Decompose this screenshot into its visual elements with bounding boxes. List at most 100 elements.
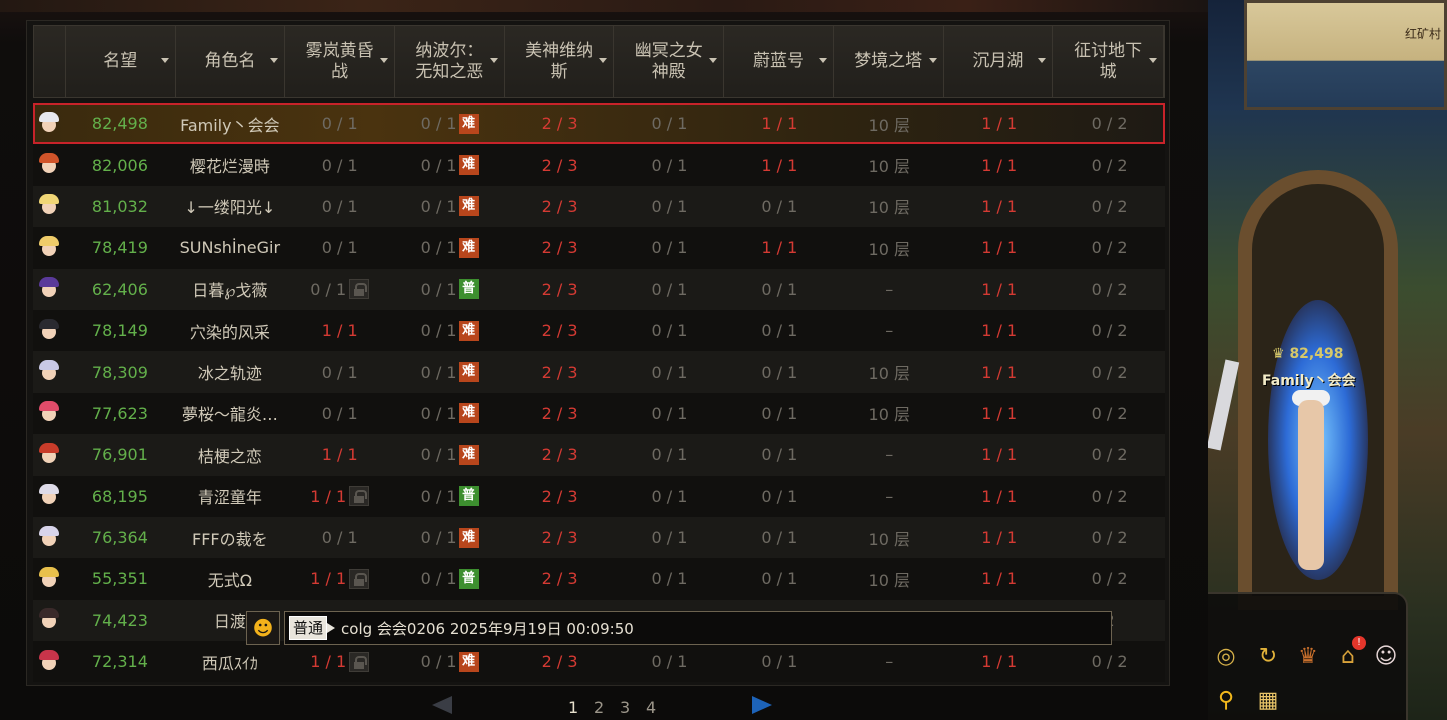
progress-value: 0 / 1	[761, 403, 798, 423]
column-header-6[interactable]: 蔚蓝号	[724, 26, 834, 97]
reputation-cell: 76,901	[91, 445, 148, 465]
column-header-8[interactable]: 沉月湖	[944, 26, 1054, 97]
dungeon-cell-c6: 10 层	[834, 144, 944, 185]
table-row[interactable]: 72,314 西瓜ｽｲｶ 1 / 10 / 1难2 / 30 / 10 / 1–1 …	[33, 641, 1165, 683]
character-name-cell: 夢桜～龍炎…	[181, 405, 278, 425]
page-3-link[interactable]: 3	[620, 698, 630, 717]
progress-value: 0 / 1	[651, 652, 688, 672]
sort-caret-icon[interactable]	[818, 58, 827, 63]
sort-caret-icon[interactable]	[1038, 58, 1047, 63]
dungeon-cell-c8: 0 / 2	[1054, 558, 1165, 599]
target-icon[interactable]: ◎	[1210, 640, 1242, 672]
dungeon-cell-c4: 0 / 1	[615, 269, 725, 310]
progress-value: 1 / 1	[981, 362, 1018, 382]
next-page-button[interactable]	[752, 696, 772, 714]
dungeon-cell-nabel: 0 / 1难	[395, 641, 505, 682]
table-row[interactable]: 76,901 桔梗之恋 1 / 10 / 1难2 / 30 / 10 / 1–1 /…	[33, 434, 1165, 476]
crown-icon[interactable]: ♛	[1292, 640, 1324, 672]
sort-caret-icon[interactable]	[599, 58, 608, 63]
sort-caret-icon[interactable]	[1148, 58, 1157, 63]
prev-page-button[interactable]	[432, 696, 452, 714]
progress-value: 0 / 2	[1091, 362, 1128, 382]
table-row[interactable]: 78,149 穴染的风采 1 / 10 / 1难2 / 30 / 10 / 1–1 …	[33, 309, 1165, 352]
column-header-1[interactable]: 角色名	[176, 26, 286, 97]
dungeon-cell-c3: 2 / 3	[505, 227, 615, 268]
dungeon-cell-c7: 1 / 1	[944, 476, 1054, 517]
column-header-7[interactable]: 梦境之塔	[834, 26, 944, 97]
sort-caret-icon[interactable]	[380, 58, 389, 63]
progress-value: 0 / 1	[651, 196, 688, 216]
progress-value: 2 / 3	[541, 238, 578, 258]
header-avatar-col	[34, 26, 66, 97]
column-header-4[interactable]: 美神维纳斯	[505, 26, 615, 97]
column-header-0[interactable]: 名望	[66, 26, 176, 97]
table-row[interactable]: 82,006 樱花烂漫時 0 / 10 / 1难2 / 30 / 11 / 1 10 …	[33, 144, 1165, 186]
progress-value: 2 / 3	[541, 279, 578, 299]
dungeon-cell-c7: 1 / 1	[944, 434, 1054, 475]
table-row[interactable]: 76,364 FFFの裁を 0 / 10 / 1难2 / 30 / 10 / 1 10…	[33, 516, 1165, 559]
progress-value: 10 层	[868, 115, 910, 135]
column-header-2[interactable]: 雾岚黄昏战	[285, 26, 396, 97]
home-icon[interactable]: ⌂!	[1332, 636, 1366, 672]
sort-caret-icon[interactable]	[160, 58, 169, 63]
character-avatar	[37, 193, 61, 219]
progress-value: 0 / 1	[651, 321, 688, 341]
dungeon-cell-c3: 2 / 3	[505, 393, 615, 434]
dungeon-cell-nabel: 0 / 1难	[395, 517, 505, 558]
sort-caret-icon[interactable]	[928, 58, 937, 63]
progress-value: 1 / 1	[981, 528, 1018, 548]
difficulty-badge: 普	[458, 279, 479, 300]
progress-value: 0 / 1	[420, 486, 457, 506]
dungeon-cell-c3: 2 / 3	[505, 517, 615, 558]
table-row[interactable]: 68,195 青涩童年 1 / 10 / 1普2 / 30 / 10 / 1–1 /…	[33, 475, 1165, 517]
avatar-cell	[33, 434, 65, 475]
dungeon-cell-c8: 0 / 2	[1054, 103, 1165, 144]
dungeon-cell-c3: 2 / 3	[505, 269, 615, 310]
table-row[interactable]: 78,309 冰之轨迹 0 / 10 / 1难2 / 30 / 10 / 1 10 层…	[33, 351, 1165, 393]
dungeon-cell-mistveil: 1 / 1	[285, 558, 395, 599]
dungeon-cell-c4: 0 / 1	[615, 517, 725, 558]
column-header-5[interactable]: 幽冥之女神殿	[614, 26, 725, 97]
page-2-link[interactable]: 2	[594, 698, 604, 717]
rotate-icon[interactable]: ↻	[1252, 640, 1284, 672]
difficulty-badge: 难	[458, 237, 479, 258]
page-1-link[interactable]: 1	[568, 698, 578, 717]
progress-value: 0 / 1	[761, 569, 798, 589]
dungeon-cell-nabel: 0 / 1普	[395, 269, 505, 310]
sort-caret-icon[interactable]	[489, 58, 498, 63]
character-name-cell: 穴染的风采	[189, 322, 270, 342]
progress-value: 2 / 3	[541, 362, 578, 382]
column-header-3[interactable]: 纳波尔：无知之恶	[395, 26, 505, 97]
table-row[interactable]: 55,351 无式Ω 1 / 10 / 1普2 / 30 / 10 / 1 10 层1…	[33, 558, 1165, 600]
book-icon[interactable]: ▦	[1252, 684, 1284, 716]
chat-channel-badge[interactable]: 普通	[289, 616, 336, 640]
difficulty-badge: 普	[458, 568, 479, 589]
table-row[interactable]: 81,032 ↓一缕阳光↓ 0 / 10 / 1难2 / 30 / 10 / 1 10…	[33, 185, 1165, 228]
progress-value: 1 / 1	[310, 486, 347, 506]
chat-emoji-icon[interactable]: ☻	[246, 611, 280, 645]
progress-value: 1 / 1	[761, 114, 798, 134]
minimap[interactable]: 红矿村	[1244, 0, 1447, 110]
avatar-cell	[33, 186, 65, 227]
page-4-link[interactable]: 4	[646, 698, 656, 717]
player-character[interactable]	[1298, 400, 1324, 570]
dungeon-cell-c3: 2 / 3	[505, 476, 615, 517]
sort-caret-icon[interactable]	[709, 58, 718, 63]
progress-value: 0 / 2	[1091, 486, 1128, 506]
dungeon-cell-c5: 0 / 1	[724, 434, 834, 475]
table-row[interactable]: 77,623 夢桜～龍炎… 0 / 10 / 1难2 / 30 / 10 / 1 10…	[33, 392, 1165, 435]
dungeon-cell-mistveil: 0 / 1	[285, 393, 395, 434]
table-row[interactable]: 78,419 SUNshİneGir 0 / 10 / 1难2 / 30 / 11 …	[33, 227, 1165, 269]
progress-value: 0 / 2	[1091, 238, 1128, 258]
progress-value: 0 / 2	[1091, 321, 1128, 341]
table-row[interactable]: 82,498 Family丶会会 0 / 10 / 1难2 / 30 / 11 / …	[33, 103, 1165, 145]
progress-value: 2 / 3	[541, 114, 578, 134]
dungeon-cell-c3: 2 / 3	[505, 186, 615, 227]
character-name-cell: SUNshİneGir	[179, 238, 281, 258]
sort-caret-icon[interactable]	[270, 58, 279, 63]
portrait-icon[interactable]: ☺	[1370, 640, 1402, 672]
column-header-9[interactable]: 征讨地下城	[1053, 26, 1164, 97]
dungeon-cell-c4: 0 / 1	[615, 186, 725, 227]
location-pin-icon[interactable]: ⚲	[1210, 684, 1242, 716]
table-row[interactable]: 62,406 日暮℘戈薇 0 / 10 / 1普2 / 30 / 10 / 1–1 …	[33, 268, 1165, 310]
